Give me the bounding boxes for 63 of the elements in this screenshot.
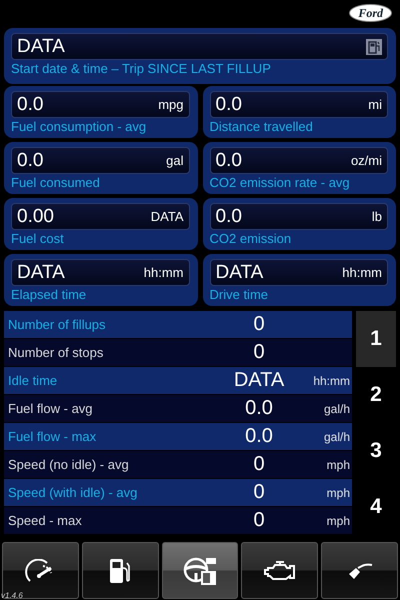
stat-unit: hh:mm — [342, 265, 382, 280]
row-label: Speed (no idle) - avg — [8, 457, 130, 472]
version-label: v1.4.6 — [1, 591, 23, 600]
row-value: DATA — [232, 369, 286, 392]
row-value: 0.0 — [244, 397, 274, 420]
row-value: 0 — [252, 313, 266, 336]
row-unit: gal/h — [324, 402, 350, 416]
fuel-pump-icon — [366, 38, 382, 54]
stat-unit: hh:mm — [144, 265, 184, 280]
row-label: Speed (with idle) - avg — [8, 485, 138, 500]
page-tab[interactable]: 4 — [356, 479, 396, 535]
stat-label: Fuel cost — [11, 230, 65, 247]
row-label: Speed - max — [8, 513, 83, 528]
page-tab[interactable]: 3 — [356, 423, 396, 479]
stat-value: DATA — [17, 262, 65, 284]
stat-value: 0.0 — [17, 150, 44, 172]
nav-tab[interactable] — [162, 542, 238, 599]
nav-tab[interactable] — [241, 542, 318, 599]
row-label: Fuel flow - max — [8, 429, 98, 444]
stat-value: DATA — [216, 262, 264, 284]
trip-value: DATA — [17, 36, 65, 58]
page-tab[interactable]: 1 — [356, 311, 396, 367]
row-unit: mph — [326, 514, 350, 528]
stat-value: 0.0 — [216, 206, 242, 228]
stat-value: 0.00 — [17, 206, 54, 228]
row-value: 0 — [252, 341, 266, 364]
nav-tab[interactable] — [2, 542, 79, 599]
row-unit: gal/h — [324, 430, 350, 444]
nav-tab[interactable] — [82, 542, 159, 599]
row-label: Idle time — [8, 373, 58, 388]
stat-unit: mpg — [158, 97, 184, 112]
row-unit: hh:mm — [313, 374, 350, 388]
row-unit: mph — [326, 458, 350, 472]
stat-label: Fuel consumed — [11, 174, 101, 191]
page-tab[interactable]: 2 — [356, 367, 396, 423]
logo: Ford — [349, 4, 392, 22]
stat-unit: gal — [166, 153, 184, 168]
row-value: 0.0 — [244, 425, 274, 448]
row-label: Fuel flow - avg — [8, 401, 94, 416]
stat-label: Drive time — [210, 286, 270, 303]
stat-unit: oz/mi — [350, 153, 382, 168]
stat-unit: DATA — [150, 209, 184, 224]
row-label: Number of stops — [8, 345, 104, 360]
row-value: 0 — [252, 453, 266, 476]
row-value: 0 — [252, 509, 266, 532]
stat-label: Elapsed time — [11, 286, 88, 303]
stat-value: 0.0 — [17, 94, 44, 116]
fuel-pump-icon — [108, 558, 132, 584]
row-unit: mph — [326, 486, 350, 500]
row-value: 0 — [252, 481, 266, 504]
stat-unit: lb — [372, 209, 382, 224]
stat-label: Distance travelled — [210, 118, 314, 135]
stat-label: CO2 emission — [210, 230, 292, 247]
nav-tab[interactable] — [321, 542, 398, 599]
stat-label: CO2 emission rate - avg — [210, 174, 351, 191]
row-label: Number of fillups — [8, 317, 107, 332]
stat-value: 0.0 — [216, 94, 242, 116]
stat-label: Fuel consumption - avg — [11, 118, 148, 135]
stat-value: 0.0 — [216, 150, 242, 172]
engine-icon — [262, 560, 297, 582]
trip-label: Start date & time – Trip SINCE LAST FILLUP — [11, 60, 272, 77]
stat-unit: mi — [368, 97, 382, 112]
steering-wheel-icon — [182, 556, 218, 586]
